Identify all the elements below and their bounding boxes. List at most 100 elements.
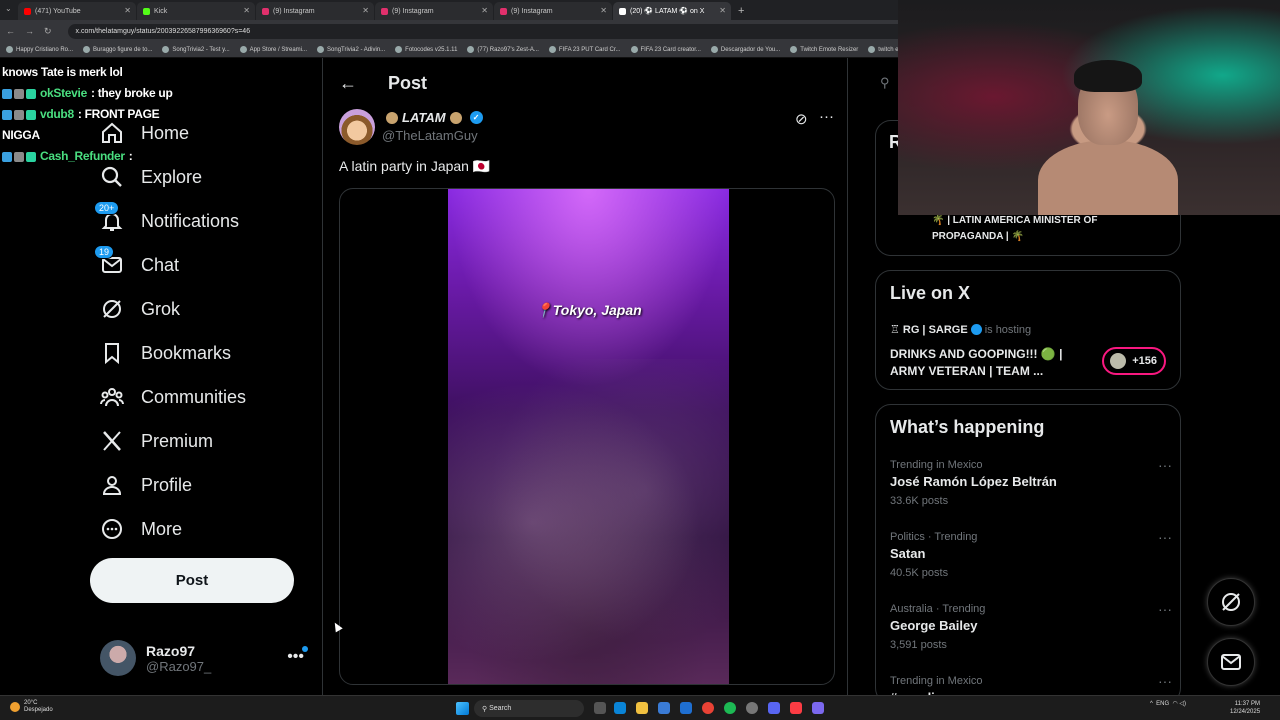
host-suffix: is hosting <box>984 323 1032 336</box>
url-field[interactable]: x.com/thelatamguy/status/200392265879963… <box>67 23 908 39</box>
browser-tab-active[interactable]: (20) ⚽ LATAM ⚽ on X ✕ <box>613 2 731 20</box>
nav-item-grok[interactable]: Grok <box>100 294 180 324</box>
taskbar-clock[interactable]: 11:37 PM 12/24/2025 <box>1230 700 1260 716</box>
nav-item-notifications[interactable]: 20+ Notifications <box>94 201 239 236</box>
reload-icon[interactable]: ↻ <box>44 26 52 37</box>
bookmark-favicon-icon <box>548 46 556 53</box>
tab-search-icon[interactable]: ⌄ <box>5 4 12 13</box>
obs-icon[interactable] <box>746 702 758 714</box>
bookmark-favicon-icon <box>710 46 718 53</box>
messages-fab-button[interactable] <box>1207 638 1255 686</box>
spotify-icon[interactable] <box>724 702 736 714</box>
video-player[interactable]: 📍Tokyo, Japan <box>448 189 729 684</box>
author-name[interactable]: LATAM ✓ <box>382 110 483 125</box>
close-tab-icon[interactable]: ✕ <box>719 6 726 15</box>
trend-item[interactable]: Politics · Trending Satan 40.5K posts ··· <box>890 529 1172 579</box>
bookmark-favicon-icon <box>467 46 475 53</box>
back-nav-icon[interactable]: ← <box>6 26 15 36</box>
bookmark-item[interactable]: Happy Cristiano Ro... <box>6 46 73 53</box>
trend-more-icon[interactable]: ··· <box>1158 601 1172 617</box>
weather-widget[interactable]: 20°C Despejado <box>10 700 53 714</box>
nav-item-chat[interactable]: 19 Chat <box>94 245 179 280</box>
browser-tab[interactable]: (471) YouTube ✕ <box>18 2 136 20</box>
close-tab-icon[interactable]: ✕ <box>124 6 131 15</box>
back-arrow-icon[interactable]: ← <box>339 73 357 94</box>
close-tab-icon[interactable]: ✕ <box>481 6 488 15</box>
browser-tab[interactable]: (9) Instagram ✕ <box>494 2 612 20</box>
edge-icon[interactable] <box>614 702 626 714</box>
nav-item-communities[interactable]: Communities <box>100 382 246 412</box>
chat-badge-icon <box>2 151 12 162</box>
grok-icon[interactable]: ⊘ <box>795 110 808 128</box>
weather-desc: Despejado <box>24 707 53 713</box>
bookmark-favicon-icon <box>630 46 638 53</box>
forward-nav-icon[interactable]: → <box>25 26 34 36</box>
wifi-icon[interactable]: ◠ <box>1169 700 1178 707</box>
listener-avatar <box>1110 353 1126 369</box>
live-host[interactable]: ♖ RG | SARGE is hosting <box>890 323 1032 337</box>
bookmark-favicon-icon <box>790 46 798 53</box>
space-title[interactable]: DRINKS AND GOOPING!!! 🟢 | ARMY VETERAN |… <box>890 346 1085 380</box>
account-switcher[interactable]: Razo97 @Razo97_ ••• <box>100 638 312 678</box>
close-tab-icon[interactable]: ✕ <box>600 6 607 15</box>
nav-item-bookmarks[interactable]: Bookmarks <box>100 338 231 368</box>
nav-item-label: Profile <box>141 474 193 495</box>
bookmark-item[interactable]: Fotocodes v25.1.11 <box>395 46 457 53</box>
taskbar-search[interactable]: ⚲ Search <box>474 700 584 717</box>
post-more-icon[interactable]: ··· <box>819 108 834 125</box>
nav-item-premium[interactable]: Premium <box>100 426 213 456</box>
windows-start-icon[interactable] <box>456 702 469 715</box>
nav-item-label: Grok <box>141 298 181 319</box>
trend-more-icon[interactable]: ··· <box>1158 529 1172 545</box>
language-indicator[interactable]: ENG <box>1156 701 1169 707</box>
grok-fab-button[interactable] <box>1207 578 1255 626</box>
store-icon[interactable] <box>658 702 670 714</box>
bookmark-item[interactable]: Buraggo figure de to... <box>83 46 152 53</box>
trend-more-icon[interactable]: ··· <box>1158 673 1172 689</box>
nav-item-profile[interactable]: Profile <box>100 470 192 500</box>
bookmark-item[interactable]: FIFA 23 Card creator... <box>630 46 701 53</box>
chrome-icon[interactable] <box>702 702 714 714</box>
bookmark-item[interactable]: FIFA 23 PUT Card Cr... <box>548 46 621 53</box>
browser-tab[interactable]: (9) Instagram ✕ <box>375 2 493 20</box>
trend-context: Trending in Mexico <box>890 675 983 687</box>
author-avatar[interactable] <box>339 109 375 145</box>
bookmark-label: FIFA 23 PUT Card Cr... <box>558 46 621 53</box>
trend-item[interactable]: Australia · Trending George Bailey 3,591 p… <box>890 601 1172 651</box>
browser-tab[interactable]: (9) Instagram ✕ <box>256 2 374 20</box>
nav-item-more[interactable]: More <box>100 514 182 544</box>
post-media[interactable]: 📍Tokyo, Japan <box>339 188 835 685</box>
author-handle[interactable]: @TheLatamGuy <box>382 128 478 143</box>
browser-tab[interactable]: Kick ✕ <box>137 2 255 20</box>
file-explorer-icon[interactable] <box>636 702 648 714</box>
listener-count: +156 <box>1132 355 1157 367</box>
chat-text: : they broke up <box>90 86 173 100</box>
webcam-overlay <box>898 0 1280 215</box>
bookmark-item[interactable]: SongTrivia2 - Test y... <box>162 46 230 53</box>
close-tab-icon[interactable]: ✕ <box>243 6 250 15</box>
bookmark-item[interactable]: (77) Razo97's Zest-A... <box>467 46 539 53</box>
more-circle-icon <box>100 517 124 541</box>
discord-icon[interactable] <box>768 702 780 714</box>
mail-app-icon[interactable] <box>680 702 692 714</box>
bookmark-item[interactable]: App Store / Streami... <box>239 46 307 53</box>
space-listeners-button[interactable]: +156 <box>1102 347 1166 375</box>
search-icon[interactable]: ⚲ <box>880 75 890 91</box>
bookmark-item[interactable]: Twitch Emote Resizer <box>790 46 858 53</box>
close-tab-icon[interactable]: ✕ <box>362 6 369 15</box>
account-more-icon[interactable]: ••• <box>287 648 304 666</box>
post-button[interactable]: Post <box>90 558 294 603</box>
system-tray[interactable]: ^ ENG ◠ ◁) <box>1150 700 1186 708</box>
teams-icon[interactable] <box>812 702 824 714</box>
bookmark-item[interactable]: Descargador de You... <box>710 46 780 53</box>
trend-more-icon[interactable]: ··· <box>1158 457 1172 473</box>
new-tab-button[interactable]: + <box>738 5 744 17</box>
bookmark-item[interactable]: SongTrivia2 - Adivin... <box>317 46 385 53</box>
task-view-icon[interactable] <box>594 702 606 714</box>
trend-item[interactable]: Trending in Mexico José Ramón López Beltr… <box>890 457 1172 507</box>
chat-text: knows Tate is merk lol <box>2 65 123 79</box>
volume-icon[interactable]: ◁) <box>1178 700 1186 707</box>
post-text: A latin party in Japan 🇯🇵 <box>339 158 491 174</box>
music-icon[interactable] <box>790 702 802 714</box>
chat-badge-icon <box>2 109 12 120</box>
